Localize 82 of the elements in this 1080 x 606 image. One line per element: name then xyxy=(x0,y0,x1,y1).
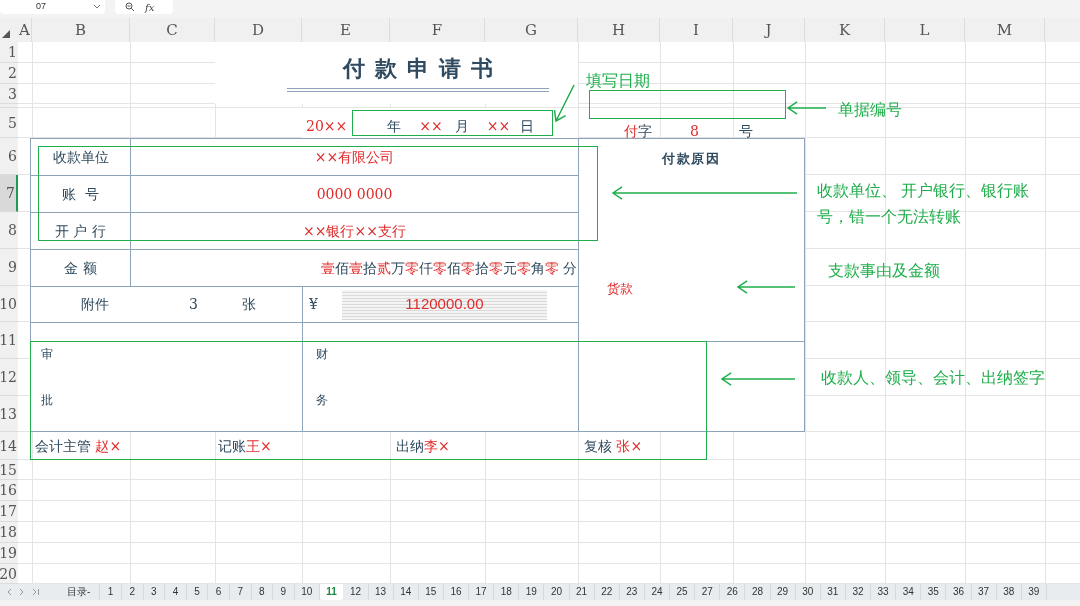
column-header[interactable]: E xyxy=(340,18,351,42)
column-header[interactable]: H xyxy=(611,18,626,42)
name-box[interactable]: 07 xyxy=(0,0,105,14)
arrow xyxy=(553,84,575,123)
row-header[interactable]: 3 xyxy=(8,86,18,101)
zoom-icon[interactable] xyxy=(125,2,135,12)
field-label: 张 xyxy=(241,295,256,314)
callout-text: 收款人、领导、会计、出纳签字 xyxy=(821,368,1045,388)
field-label: 附件 xyxy=(81,295,109,314)
chevron-left-icon[interactable] xyxy=(6,588,12,596)
date-part: 月 xyxy=(454,117,469,136)
row-header[interactable]: 1 xyxy=(8,45,18,59)
amount-field[interactable]: 1120000.00 xyxy=(341,289,547,320)
date-part: 日 xyxy=(520,117,535,136)
row-header[interactable]: 18 xyxy=(0,525,18,539)
row-header[interactable]: 16 xyxy=(0,483,18,497)
signature-text: 会计主管 赵× xyxy=(35,437,122,456)
column-header[interactable]: J xyxy=(765,18,772,42)
row-header[interactable]: 15 xyxy=(0,462,18,477)
signature-text: 复核 张× xyxy=(584,437,643,456)
chevron-right-icon[interactable] xyxy=(19,588,25,596)
row-header[interactable]: 20 xyxy=(0,566,18,581)
cell-name: 07 xyxy=(36,0,46,14)
field-label: 账 号 xyxy=(62,184,99,204)
field-label: 开 户 行 xyxy=(55,221,106,241)
column-header[interactable]: I xyxy=(693,18,699,42)
date-part: ×× xyxy=(419,117,443,136)
row-header[interactable]: 2 xyxy=(8,66,18,80)
approval-label: 审 xyxy=(41,346,54,363)
column-header[interactable]: M xyxy=(996,18,1013,42)
callout-text: 收款单位、 开户银行、银行账号，错一个无法转账 xyxy=(817,181,1031,227)
row-header[interactable]: 13 xyxy=(0,406,18,421)
date-part: ×× xyxy=(486,117,511,136)
callout-text: 单据编号 xyxy=(838,100,902,120)
select-all-icon[interactable] xyxy=(2,30,10,38)
column-header[interactable]: C xyxy=(166,18,178,42)
signature-text: 记账王× xyxy=(218,437,272,456)
row-header[interactable]: 8 xyxy=(8,223,18,237)
voucher-text: 8 xyxy=(690,122,699,141)
date-part: 年 xyxy=(387,117,402,136)
arrow xyxy=(736,280,796,294)
last-sheet-icon[interactable] xyxy=(32,588,40,596)
finance-label: 务 xyxy=(316,392,329,409)
reason-label: 付款原因 xyxy=(661,150,722,168)
column-header[interactable]: G xyxy=(525,18,537,42)
row-header[interactable]: 9 xyxy=(8,260,18,274)
row-header[interactable]: 5 xyxy=(8,115,18,130)
attachment-count: 3 xyxy=(189,295,198,314)
field-label: 收款单位 xyxy=(52,147,109,167)
function-button[interactable]: fx xyxy=(145,0,155,15)
form-title: 付款申请书 xyxy=(341,54,503,83)
column-header[interactable]: B xyxy=(75,18,86,42)
column-header[interactable]: K xyxy=(838,18,851,42)
amount-in-words: 壹佰壹拾贰万零仟零佰零拾零元零角零 分 xyxy=(320,258,577,278)
column-header[interactable]: L xyxy=(919,18,930,42)
signature-text: 出纳李× xyxy=(396,437,450,456)
field-label: 金 额 xyxy=(64,258,97,278)
callout-text: 填写日期 xyxy=(586,71,650,91)
chevron-down-icon xyxy=(93,4,101,10)
arrow xyxy=(786,101,827,115)
row-header[interactable]: 14 xyxy=(0,438,18,453)
approval-label: 批 xyxy=(41,392,54,409)
row-header[interactable]: 10 xyxy=(0,296,18,311)
column-header[interactable]: F xyxy=(431,18,443,42)
row-header[interactable]: 6 xyxy=(8,149,18,163)
date-part: 20×× xyxy=(306,117,348,136)
column-header[interactable]: A xyxy=(19,18,30,42)
sheet-tab[interactable]: 11 xyxy=(319,584,344,600)
voucher-text: 号 xyxy=(738,122,753,141)
row-header[interactable]: 17 xyxy=(0,504,18,518)
row-header[interactable]: 19 xyxy=(0,546,18,560)
voucher-text: 付字 xyxy=(624,122,652,141)
reason-text: 货款 xyxy=(607,279,633,298)
field-value: ××银行××支行 xyxy=(303,221,406,241)
field-value: 0000 0000 xyxy=(316,184,393,204)
column-header[interactable]: D xyxy=(252,18,264,42)
callout-text: 支款事由及金额 xyxy=(828,261,940,281)
currency-sign: ¥ xyxy=(309,295,318,314)
row-header[interactable]: 11 xyxy=(0,333,18,347)
field-value: ××有限公司 xyxy=(314,147,395,167)
finance-label: 财 xyxy=(316,346,329,363)
row-header[interactable]: 12 xyxy=(0,370,18,384)
